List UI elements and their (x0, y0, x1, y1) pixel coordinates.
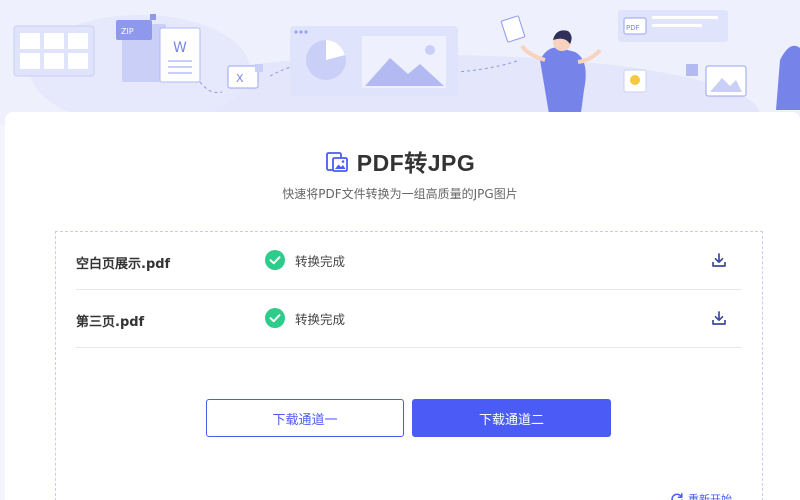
browser-window-illustration (290, 26, 458, 96)
conversion-status: 转换完成 (265, 250, 345, 270)
download-icon[interactable] (711, 310, 727, 326)
download-icon[interactable] (711, 252, 727, 268)
file-list: 空白页展示.pdf 转换完成 第三页.pdf 转换完成 (55, 231, 763, 500)
svg-text:PDF: PDF (626, 24, 640, 32)
check-circle-icon (265, 250, 285, 270)
pdf-to-image-icon (325, 152, 348, 172)
file-name: 第三页.pdf (76, 315, 145, 330)
status-text: 转换完成 (295, 311, 346, 327)
file-row: 空白页展示.pdf 转换完成 (76, 232, 742, 290)
status-text: 转换完成 (295, 253, 346, 269)
page-subtitle: 快速将PDF文件转换为一组高质量的JPG图片 (282, 187, 518, 201)
svg-text:W: W (173, 40, 187, 56)
svg-text:X: X (236, 72, 244, 85)
svg-text:ZIP: ZIP (121, 27, 134, 36)
grid-panel-illustration (13, 25, 95, 77)
check-circle-icon (265, 308, 285, 328)
page-title: PDF转JPG (356, 150, 476, 176)
file-name: 空白页展示.pdf (76, 257, 171, 272)
conversion-status: 转换完成 (265, 308, 345, 328)
excel-card-illustration: X (227, 64, 263, 89)
page-header: PDF转JPG (0, 145, 800, 177)
download-channel-2-button[interactable]: 下载通道二 (412, 399, 611, 437)
header-banner: ZIP W X PDF (0, 0, 800, 125)
file-row: 第三页.pdf 转换完成 (76, 290, 742, 348)
restart-link[interactable]: 重新开始 (670, 491, 732, 500)
download-channel-1-button[interactable]: 下载通道一 (206, 399, 404, 437)
restart-label: 重新开始 (688, 493, 732, 500)
banner-illustration: ZIP W X PDF (13, 10, 800, 125)
refresh-icon (671, 493, 683, 500)
